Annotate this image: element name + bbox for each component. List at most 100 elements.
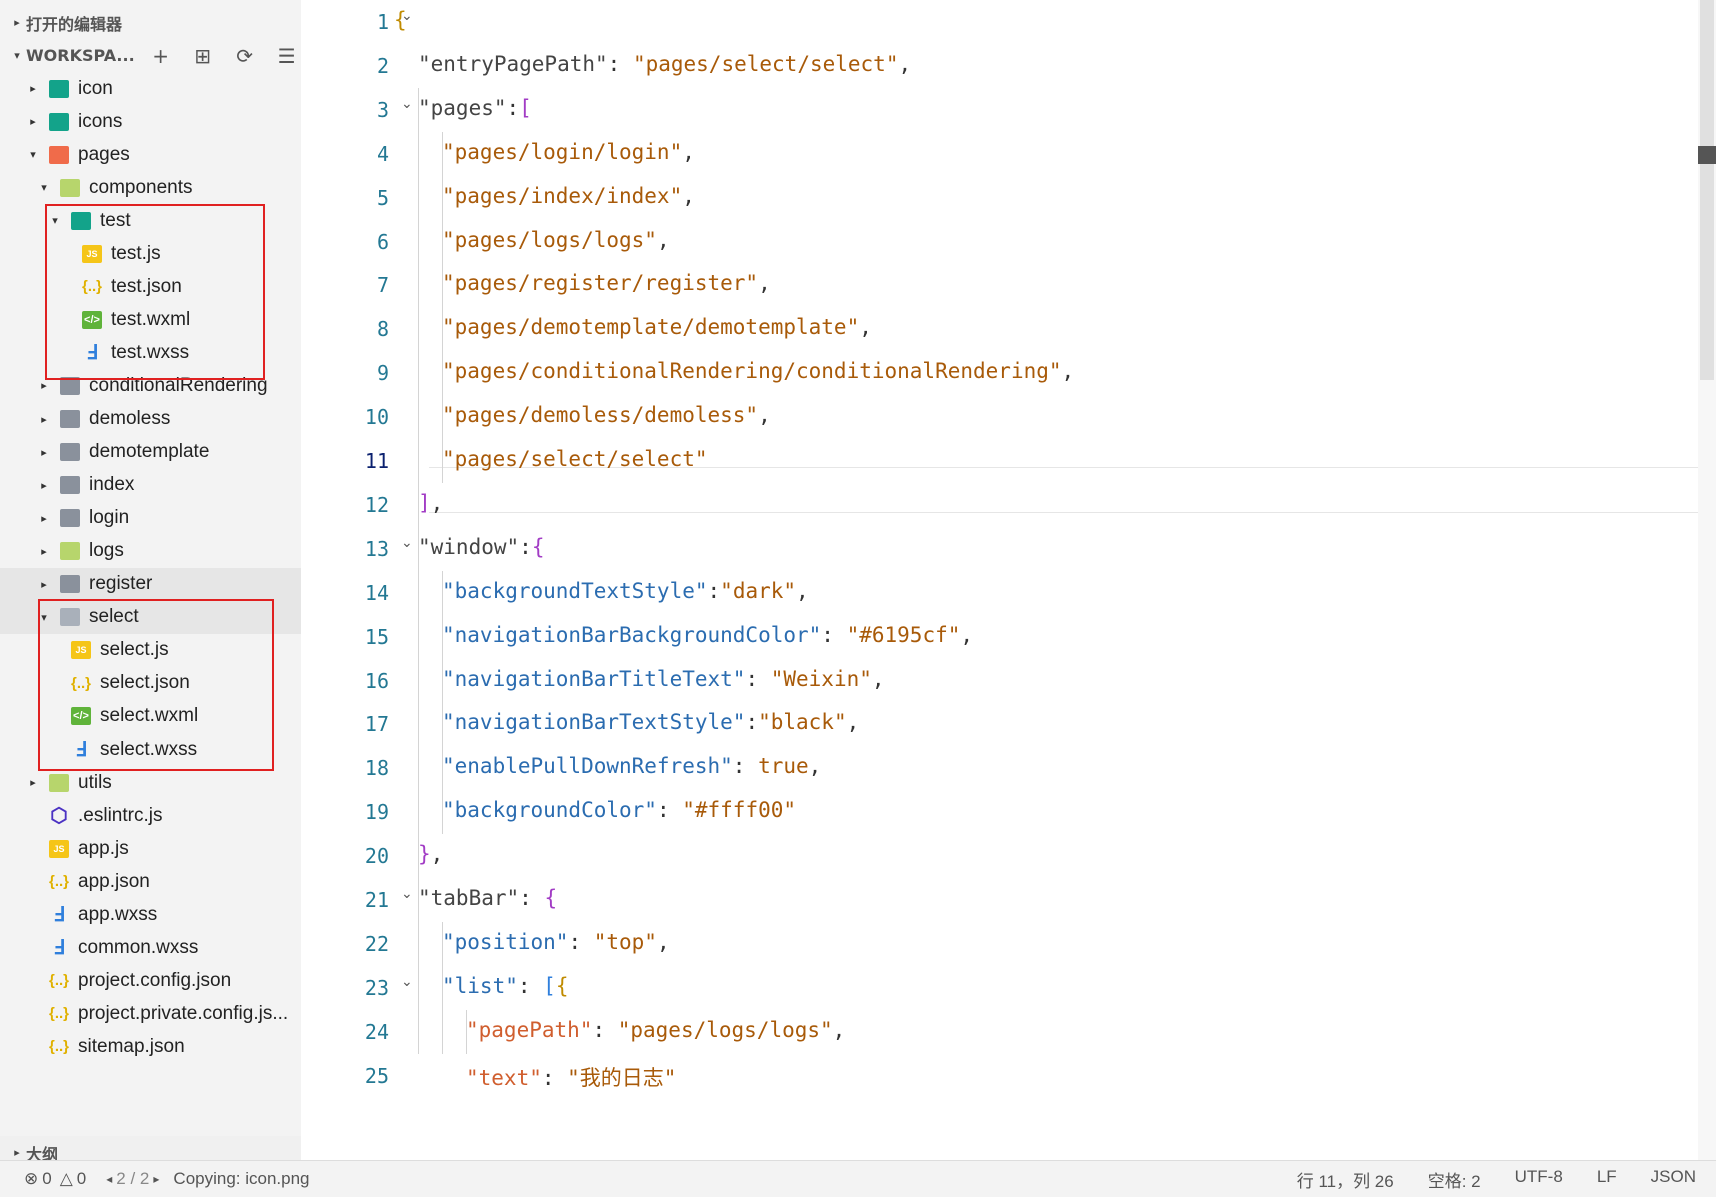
tree-item[interactable]: ▸ login xyxy=(0,502,301,535)
error-count: 0 xyxy=(42,1169,52,1188)
code-token: "navigationBarTitleText" xyxy=(442,666,746,691)
tree-item[interactable]: ▸ logs xyxy=(0,535,301,568)
code-line[interactable]: "enablePullDownRefresh": true, xyxy=(442,754,821,778)
tree-item[interactable]: ▾ components xyxy=(0,171,301,204)
tree-item[interactable]: ▸ index xyxy=(0,469,301,502)
chevron-right-icon[interactable]: ▸ xyxy=(37,545,51,558)
new-file-icon[interactable]: + xyxy=(151,44,171,68)
code-line[interactable]: "pages/login/login", xyxy=(442,140,695,164)
tree-item-label: utils xyxy=(78,771,112,793)
fold-chevron-icon[interactable]: ⌄ xyxy=(401,96,413,112)
code-line[interactable]: "window":{ xyxy=(418,535,544,559)
encoding-setting[interactable]: UTF-8 xyxy=(1515,1167,1563,1192)
tree-item[interactable]: ⬡ .eslintrc.js xyxy=(0,799,301,832)
page-indicator: 2 / 2 xyxy=(116,1169,150,1188)
code-token: "pages/select/select" xyxy=(442,447,708,471)
code-token: "enablePullDownRefresh" xyxy=(442,754,733,779)
code-editor[interactable]: 1 ⌄ {2 "entryPagePath": "pages/select/selec… xyxy=(301,0,1716,1160)
code-line[interactable]: "tabBar": { xyxy=(418,886,557,910)
tree-item[interactable]: Ⅎcommon.wxss xyxy=(0,931,301,964)
tree-item[interactable]: {..} project.private.config.js... xyxy=(0,997,301,1030)
line-number: 1 xyxy=(376,10,389,34)
workspace-label: WORKSPA... xyxy=(26,46,135,65)
line-number: 19 xyxy=(364,800,389,825)
tree-item[interactable]: ▸ icon xyxy=(0,72,301,105)
chevron-right-icon[interactable]: ▸ xyxy=(37,413,51,426)
code-line[interactable]: "navigationBarTextStyle":"black", xyxy=(442,710,859,734)
cursor-position[interactable]: 行 11，列 26 xyxy=(1297,1167,1394,1192)
tree-item[interactable]: {..} sitemap.json xyxy=(0,1030,301,1063)
code-line[interactable]: }, xyxy=(418,842,443,866)
code-line[interactable]: "backgroundColor": "#ffff00" xyxy=(442,798,796,822)
chevron-right-icon[interactable]: ▸ xyxy=(26,115,40,128)
code-line[interactable]: { xyxy=(394,8,407,32)
chevron-right-icon[interactable]: ▸ xyxy=(37,446,51,459)
chevron-right-icon: ▸ xyxy=(14,16,20,29)
tree-item-label: common.wxss xyxy=(78,936,199,958)
code-line[interactable]: ], xyxy=(418,491,443,515)
tree-item[interactable]: ▸ register xyxy=(0,567,301,601)
line-number: 25 xyxy=(364,1063,389,1088)
scrollbar-thumb[interactable] xyxy=(1700,0,1714,380)
current-line-highlight xyxy=(429,467,1716,513)
code-line[interactable]: "pages/demoless/demoless", xyxy=(442,403,771,427)
next-icon[interactable]: ▸ xyxy=(153,1172,159,1186)
code-line[interactable]: "entryPagePath": "pages/select/select", xyxy=(418,52,911,76)
tree-item-label: app.json xyxy=(78,870,150,892)
code-line[interactable]: "pages":[ xyxy=(418,96,532,120)
code-line[interactable]: "pages/logs/logs", xyxy=(442,228,670,252)
eol-setting[interactable]: LF xyxy=(1597,1167,1617,1192)
fold-chevron-icon[interactable]: ⌄ xyxy=(401,535,413,551)
collapse-all-icon[interactable]: ☰ xyxy=(277,44,297,68)
outline-section-header[interactable]: ▸ 大纲 xyxy=(0,1136,301,1160)
code-line[interactable]: "navigationBarBackgroundColor": "#6195cf… xyxy=(442,623,973,647)
chevron-right-icon[interactable]: ▸ xyxy=(37,479,51,492)
tree-item[interactable]: ▸ icons xyxy=(0,105,301,138)
chevron-down-icon[interactable]: ▾ xyxy=(26,148,40,161)
tree-item[interactable]: ▸ demotemplate xyxy=(0,436,301,469)
chevron-right-icon[interactable]: ▸ xyxy=(37,379,51,392)
tree-item[interactable]: ▾ pages xyxy=(0,138,301,171)
previous-icon[interactable]: ◂ xyxy=(106,1172,112,1186)
code-token: , xyxy=(859,315,872,340)
line-number: 20 xyxy=(364,844,389,869)
code-line[interactable]: "pagePath": "pages/logs/logs", xyxy=(466,1018,845,1042)
code-line[interactable]: "pages/index/index", xyxy=(442,184,695,208)
code-line[interactable]: "text": "我的日志" xyxy=(466,1062,676,1092)
indentation-setting[interactable]: 空格: 2 xyxy=(1428,1167,1481,1192)
wxss-file-icon: Ⅎ xyxy=(53,904,65,927)
tree-item[interactable]: JS app.js xyxy=(0,832,301,865)
fold-chevron-icon[interactable]: ⌄ xyxy=(401,974,413,990)
page-navigator[interactable]: ◂ 2 / 2 ▸ xyxy=(106,1169,159,1189)
code-line[interactable]: "pages/conditionalRendering/conditionalR… xyxy=(442,359,1074,383)
folder-icon xyxy=(60,575,80,594)
code-line[interactable]: "pages/register/register", xyxy=(442,271,771,295)
code-token: : xyxy=(707,578,721,603)
chevron-right-icon[interactable]: ▸ xyxy=(26,82,40,95)
language-mode[interactable]: JSON xyxy=(1651,1167,1696,1192)
refresh-icon[interactable]: ⟳ xyxy=(235,44,255,68)
tree-item[interactable]: {..} app.json xyxy=(0,865,301,898)
problems-indicator[interactable]: ⊗ 0 △ 0 xyxy=(24,1169,86,1189)
workspace-section-header[interactable]: ▾ WORKSPA... + ⊞ ⟳ ☰ xyxy=(0,39,301,72)
tree-item[interactable]: {..} project.config.json xyxy=(0,964,301,997)
vertical-scrollbar[interactable] xyxy=(1698,0,1716,1160)
code-line[interactable]: "backgroundTextStyle":"dark", xyxy=(442,579,809,603)
code-line[interactable]: "pages/select/select" xyxy=(442,447,708,471)
new-folder-icon[interactable]: ⊞ xyxy=(193,44,213,68)
chevron-right-icon[interactable]: ▸ xyxy=(37,578,51,591)
tree-item[interactable]: Ⅎapp.wxss xyxy=(0,898,301,931)
chevron-right-icon[interactable]: ▸ xyxy=(37,512,51,525)
chevron-down-icon[interactable]: ▾ xyxy=(37,181,51,194)
code-token: : xyxy=(568,929,594,954)
code-token: , xyxy=(656,227,670,252)
code-line[interactable]: "position": "top", xyxy=(442,930,670,954)
code-line[interactable]: "pages/demotemplate/demotemplate", xyxy=(442,315,872,339)
code-line[interactable]: "list": [{ xyxy=(442,974,568,998)
code-line[interactable]: "navigationBarTitleText": "Weixin", xyxy=(442,667,885,691)
tree-item[interactable]: ▸ demoless xyxy=(0,403,301,436)
open-editors-section-header[interactable]: ▸ 打开的编辑器 xyxy=(0,6,301,39)
fold-chevron-icon[interactable]: ⌄ xyxy=(401,886,413,902)
line-number: 3 xyxy=(376,97,389,122)
chevron-right-icon[interactable]: ▸ xyxy=(26,776,40,789)
